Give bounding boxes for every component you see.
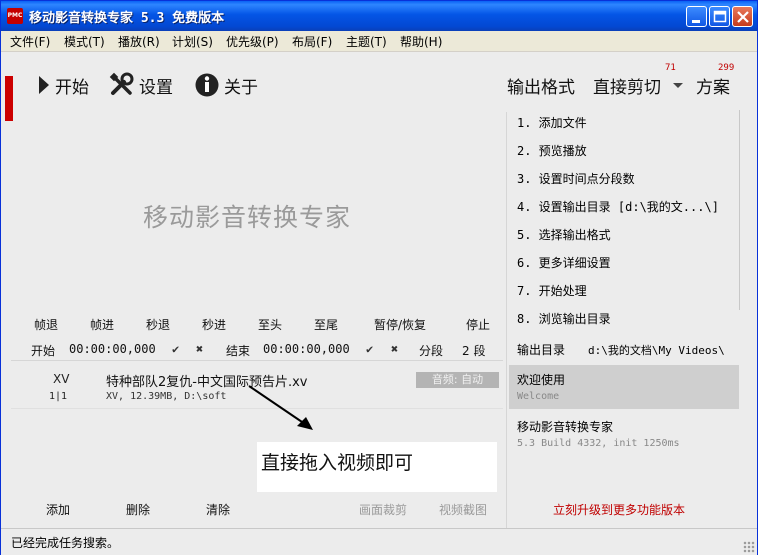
play-icon (39, 76, 49, 94)
check-icon[interactable]: ✔ (366, 342, 373, 356)
about-card-subtitle: 5.3 Build 4332, init 1250ms (517, 438, 680, 449)
output-format-label: 输出格式 (507, 77, 575, 98)
frame-back-button[interactable]: 帧退 (34, 316, 58, 333)
red-marker (5, 76, 13, 121)
second-forward-button[interactable]: 秒进 (202, 316, 226, 333)
menu-bar: 文件(F) 模式(T) 播放(R) 计划(S) 优先级(P) 布局(F) 主题(… (1, 31, 757, 52)
menu-theme[interactable]: 主题(T) (346, 33, 387, 50)
resize-grip[interactable] (743, 541, 755, 553)
start-label: 开始 (55, 77, 89, 98)
go-end-button[interactable]: 至尾 (314, 316, 338, 333)
file-index: 1|1 (49, 391, 68, 402)
clear-button[interactable]: 清除 (206, 501, 230, 518)
direct-cut-badge: 71 (665, 63, 676, 73)
menu-mode[interactable]: 模式(T) (64, 33, 105, 50)
step-browse-output[interactable]: 8. 浏览输出目录 (517, 310, 611, 327)
status-text: 已经完成任务搜索。 (11, 536, 120, 550)
settings-button[interactable]: 设置 (109, 72, 173, 98)
direct-cut-button[interactable]: 直接剪切 (593, 72, 689, 98)
close-icon (737, 11, 749, 23)
steps-scrollbar[interactable] (739, 110, 740, 310)
minimize-button[interactable] (686, 6, 707, 27)
minimize-icon (692, 20, 700, 23)
welcome-title: 欢迎使用 (517, 373, 566, 387)
panel-divider (506, 112, 507, 552)
go-start-button[interactable]: 至头 (258, 316, 282, 333)
segment-label: 分段 (419, 344, 444, 358)
start-button[interactable]: 开始 (37, 72, 89, 98)
menu-layout[interactable]: 布局(F) (292, 33, 332, 50)
step-set-segments[interactable]: 3. 设置时间点分段数 (517, 170, 635, 187)
stop-button[interactable]: 停止 (466, 316, 490, 333)
crop-button[interactable]: 画面裁剪 (359, 501, 407, 518)
about-button[interactable]: 关于 (194, 72, 258, 98)
end-time-value[interactable]: 00:00:00,000 (263, 342, 350, 356)
arrow-icon (248, 385, 313, 430)
x-icon[interactable]: ✖ (391, 342, 398, 356)
output-format-button[interactable]: 输出格式 (507, 72, 575, 98)
drop-hint-box[interactable]: 直接拖入视频即可 (257, 442, 497, 492)
maximize-button[interactable] (709, 6, 730, 27)
menu-priority[interactable]: 优先级(P) (226, 33, 279, 50)
add-button[interactable]: 添加 (46, 501, 70, 518)
step-add-file[interactable]: 1. 添加文件 (517, 114, 587, 131)
chevron-down-icon (673, 83, 683, 88)
maximize-icon (713, 10, 727, 23)
step-more-settings[interactable]: 6. 更多详细设置 (517, 254, 611, 271)
app-icon: PMC (7, 8, 23, 24)
menu-play[interactable]: 播放(R) (118, 33, 160, 50)
info-icon (195, 73, 219, 97)
main-panel: 开始 设置 关于 输出格式 直接剪切 71 方案 299 移动影音转换专家 1.… (1, 52, 757, 555)
start-time-value[interactable]: 00:00:00,000 (69, 342, 156, 356)
settings-label: 设置 (139, 77, 173, 98)
tools-icon (109, 72, 134, 95)
menu-help[interactable]: 帮助(H) (400, 33, 442, 50)
upgrade-link[interactable]: 立刻升级到更多功能版本 (553, 501, 685, 518)
step-output-dir[interactable]: 4. 设置输出目录 [d:\我的文...\] (517, 198, 719, 215)
snapshot-button[interactable]: 视频截图 (439, 501, 487, 518)
scheme-button[interactable]: 方案 (696, 72, 730, 98)
segment-value[interactable]: 2 段 (462, 342, 485, 359)
drop-hint-text: 直接拖入视频即可 (261, 452, 414, 474)
title-bar[interactable]: PMC 移动影音转换专家 5.3 免费版本 (1, 1, 757, 31)
direct-cut-label: 直接剪切 (593, 77, 661, 98)
about-card-title: 移动影音转换专家 (517, 420, 614, 434)
audio-setting-button[interactable]: 音频: 自动 (416, 372, 499, 388)
output-dir-label: 输出目录 (517, 343, 566, 357)
file-type: XV (53, 372, 70, 386)
step-output-format[interactable]: 5. 选择输出格式 (517, 226, 611, 243)
delete-button[interactable]: 删除 (126, 501, 150, 518)
status-bar: 已经完成任务搜索。 (1, 528, 757, 555)
scheme-badge: 299 (718, 63, 735, 73)
divider (11, 360, 503, 361)
step-preview[interactable]: 2. 预览播放 (517, 142, 587, 159)
menu-schedule[interactable]: 计划(S) (172, 33, 213, 50)
frame-forward-button[interactable]: 帧进 (90, 316, 114, 333)
about-label: 关于 (224, 77, 258, 98)
pause-resume-button[interactable]: 暂停/恢复 (374, 316, 426, 333)
file-meta: XV, 12.39MB, D:\soft (106, 391, 227, 402)
app-window: PMC 移动影音转换专家 5.3 免费版本 文件(F) 模式(T) 播放(R) … (0, 0, 758, 555)
welcome-card[interactable]: 欢迎使用 Welcome (509, 365, 739, 409)
watermark-title: 移动影音转换专家 (143, 203, 352, 232)
step-start-processing[interactable]: 7. 开始处理 (517, 282, 587, 299)
close-button[interactable] (732, 6, 753, 27)
second-back-button[interactable]: 秒退 (146, 316, 170, 333)
window-title: 移动影音转换专家 5.3 免费版本 (29, 11, 225, 26)
x-icon[interactable]: ✖ (196, 342, 203, 356)
output-dir-value[interactable]: d:\我的文档\My Videos\ (588, 342, 725, 358)
start-time-label: 开始 (31, 344, 56, 358)
check-icon[interactable]: ✔ (172, 342, 179, 356)
scheme-label: 方案 (696, 77, 730, 98)
about-card[interactable]: 移动影音转换专家 5.3 Build 4332, init 1250ms (509, 412, 739, 456)
end-time-label: 结束 (226, 344, 251, 358)
welcome-subtitle: Welcome (517, 391, 560, 402)
menu-file[interactable]: 文件(F) (10, 33, 50, 50)
